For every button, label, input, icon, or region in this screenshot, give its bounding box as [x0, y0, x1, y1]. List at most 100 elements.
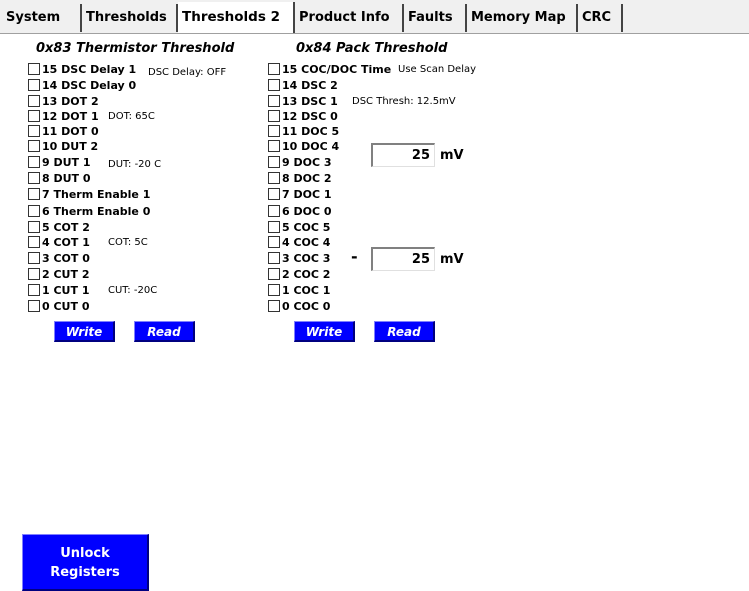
pack-bit-11[interactable]: 11 DOC 5 [268, 124, 339, 140]
tab-thresholds[interactable]: Thresholds [82, 4, 178, 32]
pack-bit-10[interactable]: 10 DOC 4 [268, 139, 339, 155]
pack-bit-7[interactable]: 7 DOC 1 [268, 187, 332, 203]
pack-bit-8[interactable]: 8 DOC 2 [268, 171, 332, 187]
pack-bit-15[interactable]: 15 COC/DOC Time [268, 62, 391, 78]
checkbox[interactable] [28, 125, 40, 137]
bit-label: 12 DOT 1 [42, 110, 99, 123]
checkbox[interactable] [268, 205, 280, 217]
pack-bit-0[interactable]: 0 COC 0 [268, 299, 330, 315]
checkbox[interactable] [268, 172, 280, 184]
tab-memory-map[interactable]: Memory Map [467, 4, 578, 32]
bit-label: 5 COC 5 [282, 221, 331, 234]
pack-bit-1[interactable]: 1 COC 1 [268, 283, 330, 299]
checkbox[interactable] [28, 236, 40, 248]
checkbox[interactable] [28, 300, 40, 312]
coc-sign: - [351, 247, 358, 266]
checkbox[interactable] [28, 221, 40, 233]
bit-label: 6 Therm Enable 0 [42, 205, 151, 218]
thermistor-write-button[interactable]: Write [54, 321, 115, 342]
therm-bit-0[interactable]: 0 CUT 0 [28, 299, 89, 315]
checkbox[interactable] [268, 221, 280, 233]
bit-label: 14 DSC Delay 0 [42, 79, 137, 92]
checkbox[interactable] [268, 236, 280, 248]
pack-bit-5[interactable]: 5 COC 5 [268, 220, 330, 236]
pack-bit-12[interactable]: 12 DSC 0 [268, 109, 338, 125]
checkbox[interactable] [268, 125, 280, 137]
therm-bit-14[interactable]: 14 DSC Delay 0 [28, 78, 136, 94]
tab-crc[interactable]: CRC [578, 4, 623, 32]
pack-read-button[interactable]: Read [374, 321, 435, 342]
checkbox[interactable] [268, 252, 280, 264]
tab-page: 0x83 Thermistor Threshold 15 DSC Delay 1… [22, 35, 749, 591]
therm-bit-13[interactable]: 13 DOT 2 [28, 94, 99, 110]
therm-bit-4[interactable]: 4 COT 1 [28, 235, 90, 251]
checkbox[interactable] [268, 156, 280, 168]
pack-bit-4[interactable]: 4 COC 4 [268, 235, 330, 251]
pack-bit-6[interactable]: 6 DOC 0 [268, 204, 332, 220]
therm-bit-8[interactable]: 8 DUT 0 [28, 171, 91, 187]
pack-bit-2[interactable]: 2 COC 2 [268, 267, 330, 283]
checkbox[interactable] [268, 188, 280, 200]
therm-bit-1[interactable]: 1 CUT 1 [28, 283, 89, 299]
pack-title: 0x84 Pack Threshold [296, 41, 448, 56]
checkbox[interactable] [28, 188, 40, 200]
thermistor-read-button[interactable]: Read [134, 321, 195, 342]
checkbox[interactable] [28, 140, 40, 152]
therm-bit-6[interactable]: 6 Therm Enable 0 [28, 204, 150, 220]
therm-bit-9[interactable]: 9 DUT 1 [28, 155, 91, 171]
checkbox[interactable] [268, 110, 280, 122]
checkbox[interactable] [28, 79, 40, 91]
bit-label: 13 DSC 1 [282, 95, 338, 108]
bit-label: 4 COC 4 [282, 236, 331, 249]
pack-bit-14[interactable]: 14 DSC 2 [268, 78, 338, 94]
dot-status: DOT: 65C [108, 111, 155, 122]
dsc-delay-status: DSC Delay: OFF [148, 67, 227, 78]
bit-label: 3 COC 3 [282, 252, 331, 265]
tab-faults[interactable]: Faults [404, 4, 467, 32]
therm-bit-2[interactable]: 2 CUT 2 [28, 267, 89, 283]
checkbox[interactable] [28, 110, 40, 122]
thermistor-title: 0x83 Thermistor Threshold [36, 41, 235, 56]
scan-delay-status: Use Scan Delay [398, 64, 477, 75]
checkbox[interactable] [28, 284, 40, 296]
pack-bit-3[interactable]: 3 COC 3 [268, 251, 330, 267]
therm-bit-5[interactable]: 5 COT 2 [28, 220, 90, 236]
therm-bit-3[interactable]: 3 COT 0 [28, 251, 90, 267]
dut-status: DUT: -20 C [108, 159, 162, 170]
therm-bit-10[interactable]: 10 DUT 2 [28, 139, 98, 155]
checkbox[interactable] [28, 252, 40, 264]
tab-product-info[interactable]: Product Info [295, 4, 404, 32]
pack-write-button[interactable]: Write [294, 321, 355, 342]
tab-thresholds-2[interactable]: Thresholds 2 [178, 2, 295, 33]
therm-bit-15[interactable]: 15 DSC Delay 1 [28, 62, 136, 78]
bit-label: 11 DOT 0 [42, 125, 99, 138]
unlock-registers-button[interactable]: Unlock Registers [22, 534, 149, 591]
therm-bit-12[interactable]: 12 DOT 1 [28, 109, 99, 125]
bit-label: 12 DSC 0 [282, 110, 338, 123]
checkbox[interactable] [268, 79, 280, 91]
pack-bit-9[interactable]: 9 DOC 3 [268, 155, 332, 171]
therm-bit-7[interactable]: 7 Therm Enable 1 [28, 187, 150, 203]
checkbox[interactable] [268, 140, 280, 152]
checkbox[interactable] [28, 172, 40, 184]
checkbox[interactable] [28, 63, 40, 75]
checkbox[interactable] [28, 268, 40, 280]
checkbox[interactable] [28, 205, 40, 217]
bit-label: 1 COC 1 [282, 284, 331, 297]
checkbox[interactable] [268, 268, 280, 280]
bit-label: 8 DUT 0 [42, 172, 91, 185]
unlock-label-line1: Unlock [60, 546, 110, 561]
checkbox[interactable] [28, 95, 40, 107]
checkbox[interactable] [268, 300, 280, 312]
tab-system[interactable]: System [2, 4, 82, 32]
bit-label: 7 Therm Enable 1 [42, 188, 151, 201]
dsc-threshold-status: DSC Thresh: 12.5mV [352, 96, 456, 107]
checkbox[interactable] [28, 156, 40, 168]
pack-bit-13[interactable]: 13 DSC 1 [268, 94, 338, 110]
checkbox[interactable] [268, 95, 280, 107]
checkbox[interactable] [268, 284, 280, 296]
checkbox[interactable] [268, 63, 280, 75]
bit-label: 7 DOC 1 [282, 188, 332, 201]
therm-bit-11[interactable]: 11 DOT 0 [28, 124, 99, 140]
bit-label: 2 COC 2 [282, 268, 331, 281]
